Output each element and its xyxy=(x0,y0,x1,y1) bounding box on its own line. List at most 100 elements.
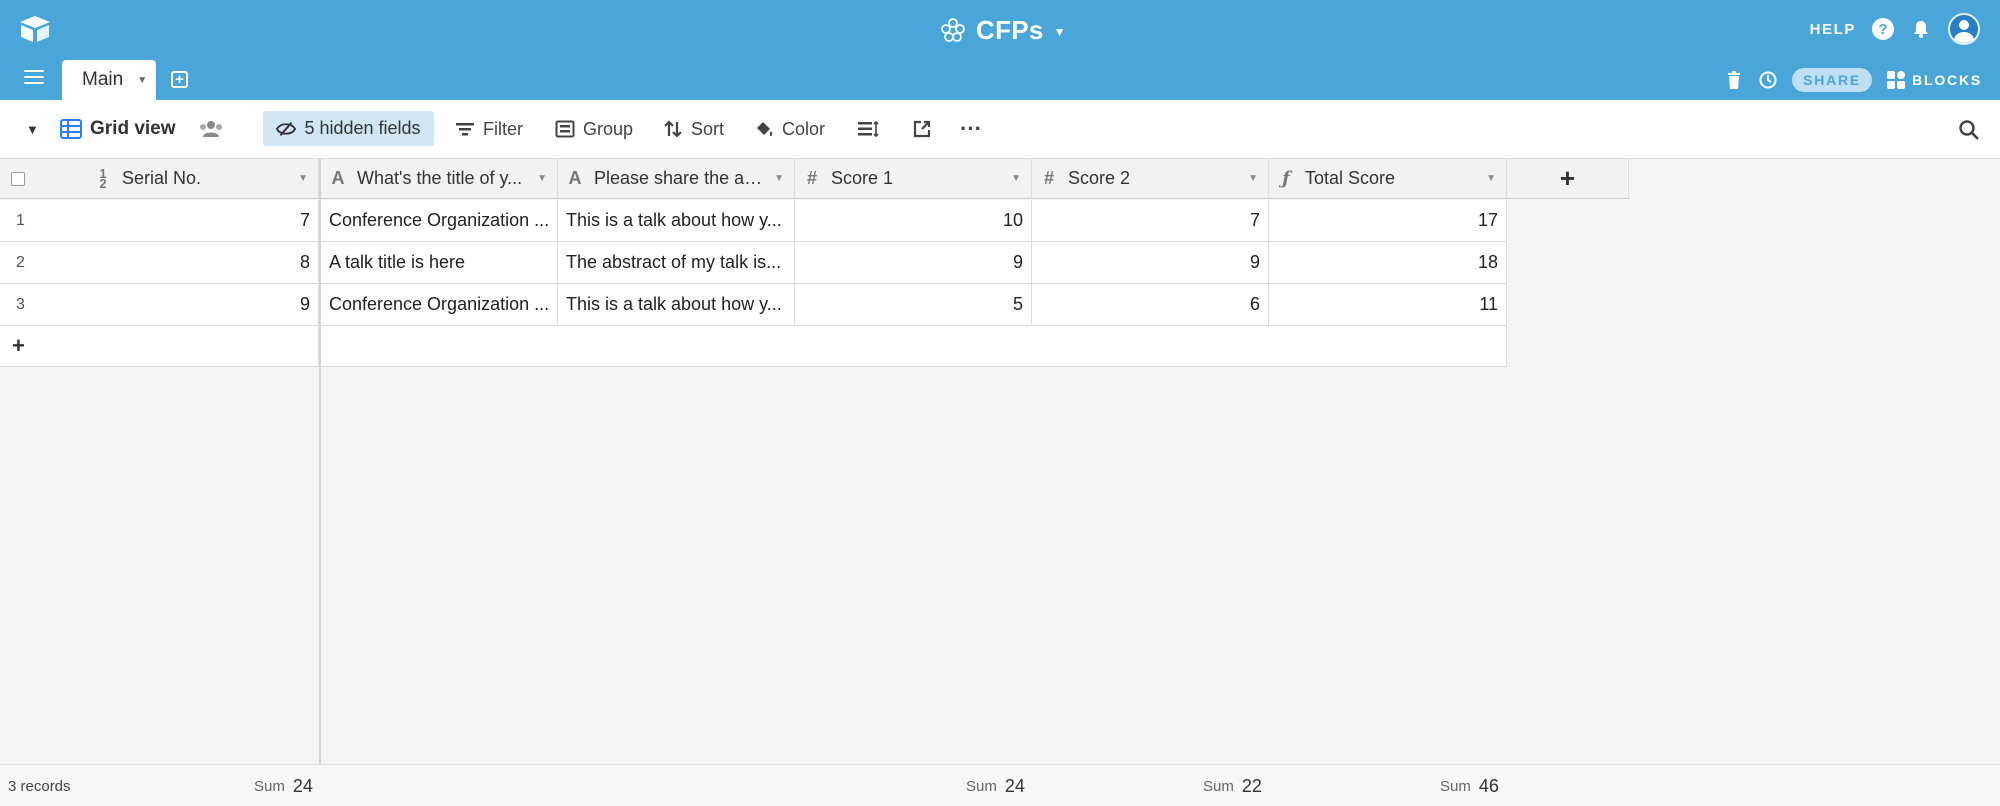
trash-icon[interactable] xyxy=(1724,70,1744,90)
column-header[interactable]: # Score 2 ▼ xyxy=(1032,159,1269,199)
blocks-button[interactable]: BLOCKS xyxy=(1886,70,1982,90)
table-actions: SHARE BLOCKS xyxy=(1724,66,1982,94)
share-button[interactable]: SHARE xyxy=(1792,68,1873,92)
cell-total[interactable]: 11 xyxy=(1269,284,1507,326)
share-view-icon[interactable] xyxy=(912,119,932,139)
sum-value: 22 xyxy=(1241,775,1262,796)
color-label: Color xyxy=(782,118,826,139)
cell-total[interactable]: 18 xyxy=(1269,242,1507,284)
add-table-button[interactable]: + xyxy=(171,71,188,88)
column-header-label: Score 2 xyxy=(1068,168,1131,188)
column-header-label: Total Score xyxy=(1305,168,1396,188)
cell-abstract[interactable]: The abstract of my talk is... xyxy=(558,242,795,284)
help-icon[interactable]: ? xyxy=(1872,18,1894,40)
more-options-icon[interactable]: ··· xyxy=(960,100,982,158)
group-button[interactable]: Group xyxy=(555,100,633,158)
cell-score1[interactable]: 9 xyxy=(795,242,1032,284)
cell-score1[interactable]: 10 xyxy=(795,200,1032,242)
cell-serial: 8 xyxy=(299,252,310,272)
cell-abstract[interactable]: This is a talk about how y... xyxy=(558,284,795,326)
summary-total[interactable]: Sum 46 xyxy=(1440,765,1499,806)
summary-score2[interactable]: Sum 22 xyxy=(1203,765,1262,806)
column-header[interactable]: ƒ Total Score ▼ xyxy=(1269,159,1507,199)
column-header[interactable]: # Score 1 ▼ xyxy=(795,159,1032,199)
chevron-down-icon[interactable]: ▼ xyxy=(137,75,147,86)
summary-score1[interactable]: Sum 24 xyxy=(966,765,1025,806)
top-bar: CFPs ▼ HELP ? Main ▼ + SHARE BLOCKS xyxy=(0,0,2000,100)
cell-total[interactable]: 17 xyxy=(1269,200,1507,242)
sort-button[interactable]: Sort xyxy=(663,100,724,158)
plus-icon: + xyxy=(12,333,25,358)
chevron-down-icon[interactable]: ▼ xyxy=(1248,173,1258,184)
top-right-actions: HELP ? xyxy=(1810,12,1980,46)
summary-serial[interactable]: Sum 24 xyxy=(254,765,313,806)
blocks-label: BLOCKS xyxy=(1912,72,1982,88)
add-row-area[interactable] xyxy=(321,326,1507,367)
chevron-down-icon[interactable]: ▼ xyxy=(1486,173,1496,184)
cell-score2[interactable]: 7 xyxy=(1032,200,1269,242)
formula-icon: ƒ xyxy=(1282,168,1290,189)
base-icon xyxy=(941,18,965,42)
help-label[interactable]: HELP xyxy=(1810,21,1856,38)
views-toggle-icon[interactable]: ▼ xyxy=(26,100,39,158)
filter-label: Filter xyxy=(483,118,523,139)
cell-title[interactable]: A talk title is here xyxy=(321,242,558,284)
sort-label: Sort xyxy=(691,118,725,139)
grid-view-icon xyxy=(60,119,82,139)
view-switcher[interactable]: Grid view xyxy=(60,100,176,158)
filter-icon xyxy=(456,123,474,136)
history-icon[interactable] xyxy=(1758,70,1778,90)
table-row[interactable]: 1 7 xyxy=(0,200,319,242)
chevron-down-icon[interactable]: ▼ xyxy=(537,173,547,184)
chevron-down-icon[interactable]: ▼ xyxy=(774,173,784,184)
record-count: 3 records xyxy=(8,777,71,795)
filter-button[interactable]: Filter xyxy=(455,100,523,158)
bell-icon[interactable] xyxy=(1910,18,1932,40)
column-header[interactable]: A Please share the ab... ▼ xyxy=(558,159,795,199)
hidden-fields-button[interactable]: 5 hidden fields xyxy=(263,111,434,146)
cell-title[interactable]: Conference Organization ... xyxy=(321,284,558,326)
chevron-down-icon[interactable]: ▼ xyxy=(1011,173,1021,184)
sum-label: Sum xyxy=(1440,777,1471,795)
chevron-down-icon[interactable]: ▼ xyxy=(298,173,308,184)
airtable-logo[interactable] xyxy=(18,14,52,44)
header-primary: 12 Serial No. ▼ xyxy=(0,159,319,199)
frozen-column-divider[interactable] xyxy=(319,159,321,806)
base-title-menu[interactable]: CFPs ▼ xyxy=(940,12,1066,48)
cell-title[interactable]: Conference Organization ... xyxy=(321,200,558,242)
sum-value: 24 xyxy=(1004,775,1025,796)
text-icon: A xyxy=(331,168,345,188)
row-height-icon[interactable] xyxy=(857,120,879,138)
avatar[interactable] xyxy=(1948,13,1980,45)
sum-label: Sum xyxy=(966,777,997,795)
table-row[interactable]: 3 9 xyxy=(0,284,319,326)
column-header-label[interactable]: Serial No. xyxy=(122,168,292,189)
text-icon: A xyxy=(568,168,582,188)
color-button[interactable]: Color xyxy=(754,100,825,158)
grid: 12 Serial No. ▼ A What's the title of y.… xyxy=(0,159,2000,806)
select-all-checkbox[interactable] xyxy=(11,171,25,186)
group-label: Group xyxy=(583,118,634,139)
cell-abstract[interactable]: This is a talk about how y... xyxy=(558,200,795,242)
group-icon xyxy=(555,120,575,138)
table-row[interactable]: 2 8 xyxy=(0,242,319,284)
cell-score2[interactable]: 6 xyxy=(1032,284,1269,326)
summary-bar: 3 records Sum 24 Sum 24 Sum 22 Sum 46 xyxy=(0,764,2000,806)
search-icon[interactable] xyxy=(1958,119,1980,141)
view-name: Grid view xyxy=(90,118,176,139)
collaborators-icon[interactable] xyxy=(199,120,223,138)
column-header-label: What's the title of y... xyxy=(357,168,523,188)
tab-main[interactable]: Main ▼ xyxy=(62,60,156,100)
sum-label: Sum xyxy=(1203,777,1234,795)
sum-label: Sum xyxy=(254,777,285,795)
column-header[interactable]: A What's the title of y... ▼ xyxy=(321,159,558,199)
chevron-down-icon: ▼ xyxy=(1053,25,1066,39)
cell-score2[interactable]: 9 xyxy=(1032,242,1269,284)
add-row-button[interactable]: + xyxy=(0,326,319,367)
cell-score1[interactable]: 5 xyxy=(795,284,1032,326)
add-field-button[interactable]: + xyxy=(1507,159,1629,199)
hidden-fields-label: 5 hidden fields xyxy=(304,118,421,138)
tab-label: Main xyxy=(82,69,124,90)
blocks-icon xyxy=(1887,71,1906,89)
menu-icon[interactable] xyxy=(24,70,44,86)
